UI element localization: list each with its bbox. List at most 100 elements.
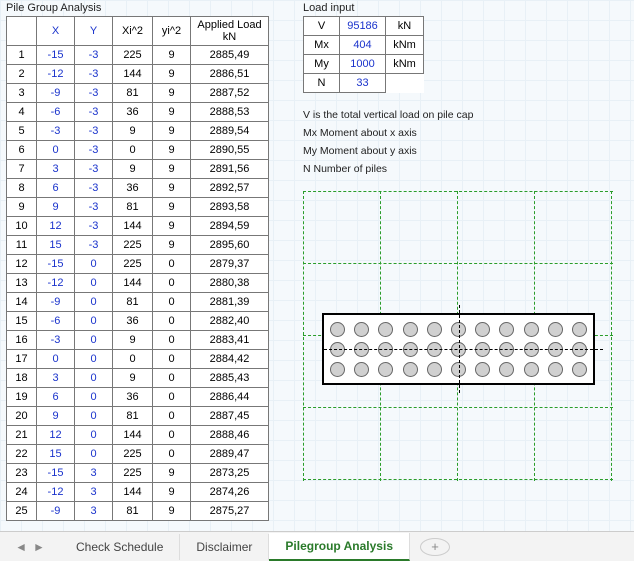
cell-x[interactable]: -12: [37, 274, 75, 293]
cell-i[interactable]: 11: [7, 236, 37, 255]
cell-load[interactable]: 2874,26: [191, 483, 269, 502]
cell-y[interactable]: -3: [75, 198, 113, 217]
cell-load[interactable]: 2888,53: [191, 103, 269, 122]
cell-xi2[interactable]: 9: [113, 160, 153, 179]
cell-x[interactable]: -15: [37, 46, 75, 65]
cell-y[interactable]: -3: [75, 46, 113, 65]
cell-y[interactable]: -3: [75, 65, 113, 84]
cell-y[interactable]: -3: [75, 179, 113, 198]
cell-x[interactable]: 3: [37, 160, 75, 179]
cell-x[interactable]: 9: [37, 407, 75, 426]
load-unit[interactable]: kNm: [386, 36, 424, 55]
load-value[interactable]: 404: [340, 36, 386, 55]
cell-load[interactable]: 2873,25: [191, 464, 269, 483]
load-label[interactable]: N: [304, 74, 340, 93]
cell-i[interactable]: 1: [7, 46, 37, 65]
load-label[interactable]: Mx: [304, 36, 340, 55]
cell-i[interactable]: 19: [7, 388, 37, 407]
cell-load[interactable]: 2889,47: [191, 445, 269, 464]
cell-load[interactable]: 2886,44: [191, 388, 269, 407]
cell-i[interactable]: 24: [7, 483, 37, 502]
cell-y[interactable]: -3: [75, 217, 113, 236]
cell-yi2[interactable]: 9: [153, 236, 191, 255]
cell-load[interactable]: 2893,58: [191, 198, 269, 217]
cell-i[interactable]: 4: [7, 103, 37, 122]
cell-xi2[interactable]: 81: [113, 407, 153, 426]
cell-y[interactable]: 3: [75, 464, 113, 483]
cell-i[interactable]: 12: [7, 255, 37, 274]
cell-yi2[interactable]: 9: [153, 141, 191, 160]
cell-yi2[interactable]: 9: [153, 483, 191, 502]
cell-i[interactable]: 22: [7, 445, 37, 464]
load-value[interactable]: 33: [340, 74, 386, 93]
cell-y[interactable]: 0: [75, 388, 113, 407]
cell-y[interactable]: 0: [75, 350, 113, 369]
cell-load[interactable]: 2887,52: [191, 84, 269, 103]
load-label[interactable]: My: [304, 55, 340, 74]
cell-i[interactable]: 18: [7, 369, 37, 388]
cell-xi2[interactable]: 225: [113, 46, 153, 65]
cell-yi2[interactable]: 0: [153, 255, 191, 274]
cell-xi2[interactable]: 144: [113, 217, 153, 236]
load-unit[interactable]: kNm: [386, 55, 424, 74]
cell-i[interactable]: 15: [7, 312, 37, 331]
cell-load[interactable]: 2888,46: [191, 426, 269, 445]
cell-y[interactable]: -3: [75, 160, 113, 179]
load-label[interactable]: V: [304, 17, 340, 36]
cell-y[interactable]: 0: [75, 407, 113, 426]
cell-y[interactable]: 0: [75, 312, 113, 331]
cell-yi2[interactable]: 9: [153, 217, 191, 236]
cell-y[interactable]: 0: [75, 331, 113, 350]
cell-i[interactable]: 10: [7, 217, 37, 236]
cell-xi2[interactable]: 144: [113, 483, 153, 502]
load-unit[interactable]: [386, 74, 424, 93]
cell-yi2[interactable]: 0: [153, 388, 191, 407]
cell-load[interactable]: 2885,43: [191, 369, 269, 388]
cell-yi2[interactable]: 0: [153, 350, 191, 369]
cell-y[interactable]: -3: [75, 103, 113, 122]
cell-x[interactable]: 0: [37, 141, 75, 160]
cell-x[interactable]: 6: [37, 179, 75, 198]
cell-load[interactable]: 2886,51: [191, 65, 269, 84]
cell-y[interactable]: 0: [75, 274, 113, 293]
cell-x[interactable]: -3: [37, 122, 75, 141]
cell-yi2[interactable]: 0: [153, 331, 191, 350]
cell-yi2[interactable]: 9: [153, 464, 191, 483]
cell-y[interactable]: -3: [75, 236, 113, 255]
cell-xi2[interactable]: 81: [113, 502, 153, 521]
cell-yi2[interactable]: 0: [153, 312, 191, 331]
col-load[interactable]: Applied Load kN: [191, 17, 269, 46]
cell-yi2[interactable]: 0: [153, 407, 191, 426]
cell-x[interactable]: -15: [37, 464, 75, 483]
cell-xi2[interactable]: 36: [113, 179, 153, 198]
cell-xi2[interactable]: 225: [113, 445, 153, 464]
cell-xi2[interactable]: 81: [113, 293, 153, 312]
tab-pilegroup-analysis[interactable]: Pilegroup Analysis: [269, 533, 410, 561]
cell-yi2[interactable]: 9: [153, 46, 191, 65]
load-unit[interactable]: kN: [386, 17, 424, 36]
cell-i[interactable]: 6: [7, 141, 37, 160]
cell-x[interactable]: -6: [37, 103, 75, 122]
cell-load[interactable]: 2894,59: [191, 217, 269, 236]
cell-x[interactable]: -12: [37, 483, 75, 502]
cell-i[interactable]: 8: [7, 179, 37, 198]
cell-load[interactable]: 2890,55: [191, 141, 269, 160]
cell-x[interactable]: 15: [37, 445, 75, 464]
cell-y[interactable]: 0: [75, 369, 113, 388]
cell-load[interactable]: 2892,57: [191, 179, 269, 198]
cell-x[interactable]: -6: [37, 312, 75, 331]
cell-xi2[interactable]: 81: [113, 84, 153, 103]
cell-x[interactable]: 3: [37, 369, 75, 388]
cell-yi2[interactable]: 9: [153, 198, 191, 217]
cell-i[interactable]: 20: [7, 407, 37, 426]
cell-xi2[interactable]: 9: [113, 122, 153, 141]
cell-x[interactable]: 6: [37, 388, 75, 407]
cell-load[interactable]: 2884,42: [191, 350, 269, 369]
cell-i[interactable]: 25: [7, 502, 37, 521]
load-value[interactable]: 95186: [340, 17, 386, 36]
col-index[interactable]: [7, 17, 37, 46]
tab-disclaimer[interactable]: Disclaimer: [180, 534, 269, 560]
cell-load[interactable]: 2887,45: [191, 407, 269, 426]
cell-i[interactable]: 14: [7, 293, 37, 312]
cell-load[interactable]: 2881,39: [191, 293, 269, 312]
